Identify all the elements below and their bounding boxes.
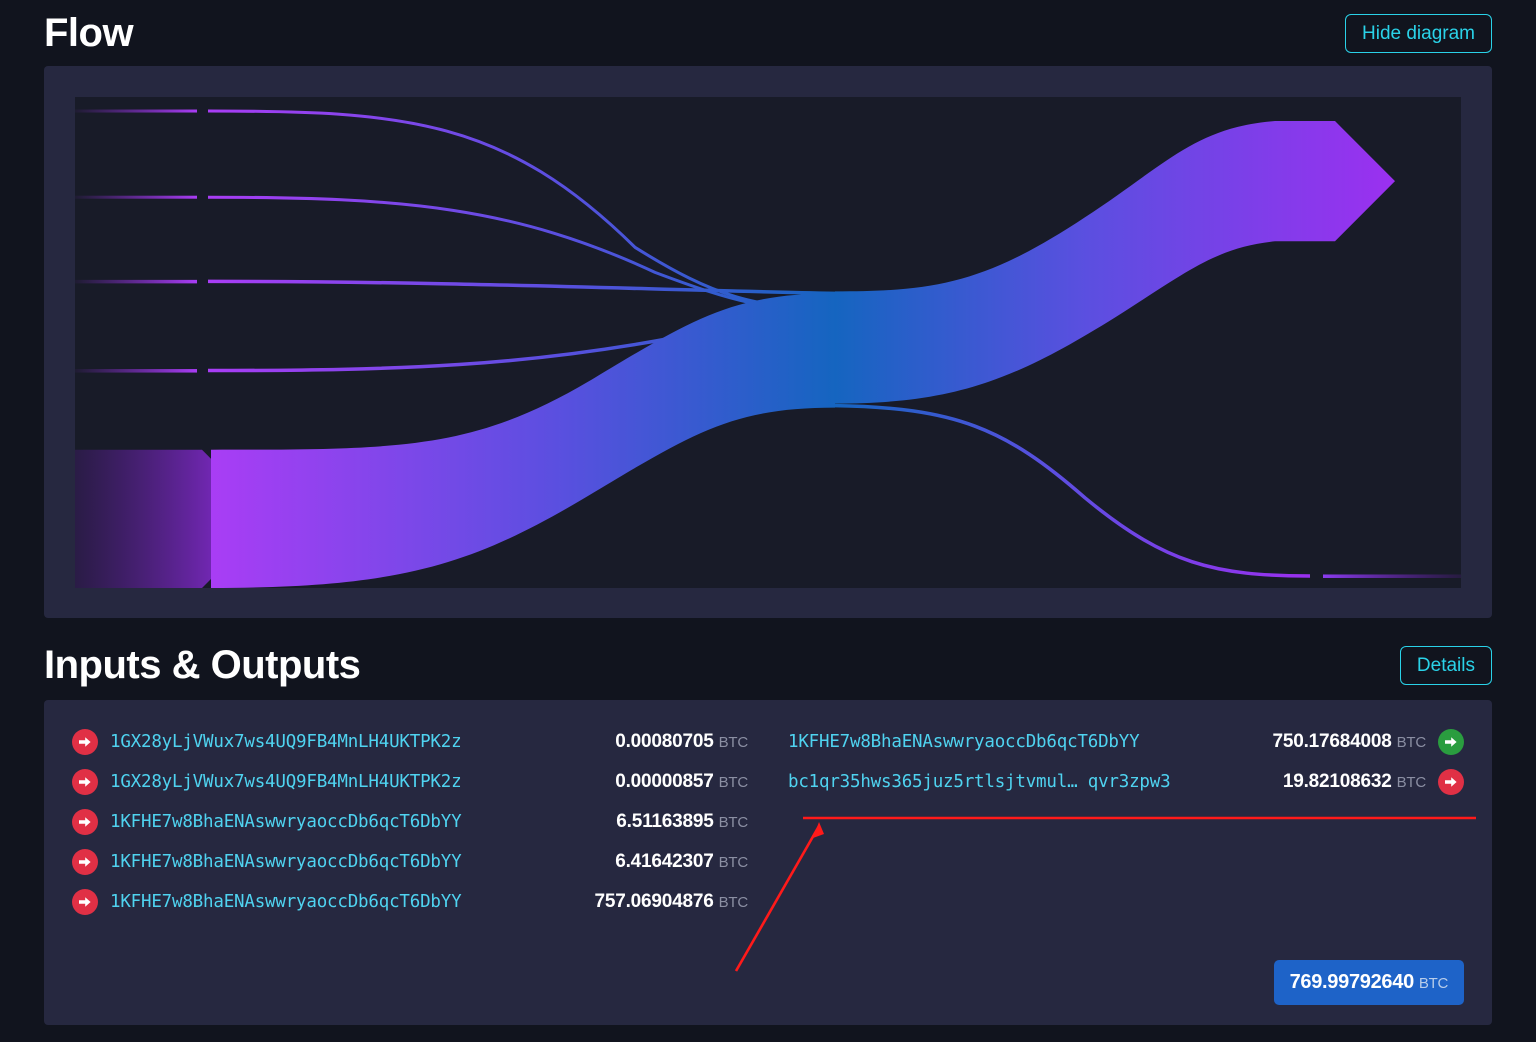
input-address-link[interactable]: 1GX28yLjVWux7ws4UQ9FB4MnLH4UKTPK2z — [110, 732, 462, 752]
total-amount-badge: 769.99792640 BTC — [1273, 960, 1464, 1005]
input-address-link[interactable]: 1KFHE7w8BhaENAswwryaoccDb6qcT6DbYY — [110, 852, 462, 872]
flow-section-header: Flow Hide diagram — [44, 0, 1492, 66]
arrow-right-red-icon — [72, 729, 98, 755]
btc-unit: BTC — [1418, 975, 1448, 992]
flow-diagram-card — [44, 66, 1492, 618]
arrow-right-red-icon — [72, 809, 98, 835]
btc-unit: BTC — [718, 854, 749, 871]
input-amount: 6.51163895 BTC — [616, 811, 749, 832]
input-amount: 6.41642307 BTC — [615, 851, 749, 872]
input-address-link[interactable]: 1GX28yLjVWux7ws4UQ9FB4MnLH4UKTPK2z — [110, 772, 462, 792]
total-amount: 769.99792640 — [1289, 971, 1415, 993]
hide-diagram-button[interactable]: Hide diagram — [1345, 13, 1492, 53]
output-row-highlighted[interactable]: bc1qr35hws365juz5rtlsjtvmul… qvr3zpw3 19… — [788, 762, 1464, 802]
input-row[interactable]: 1GX28yLjVWux7ws4UQ9FB4MnLH4UKTPK2z 0.000… — [72, 762, 748, 802]
transaction-flow-page: Flow Hide diagram Inputs & Outputs Detai… — [0, 0, 1536, 1042]
btc-unit: BTC — [718, 814, 749, 831]
arrow-right-red-icon — [72, 849, 98, 875]
input-link-1 — [207, 109, 836, 311]
output-address-link[interactable]: bc1qr35hws365juz5rtlsjtvmul… qvr3zpw3 — [788, 772, 1171, 792]
input-row[interactable]: 1KFHE7w8BhaENAswwryaoccDb6qcT6DbYY 6.416… — [72, 842, 748, 882]
input-band-5 — [211, 293, 835, 588]
output-row[interactable]: 1KFHE7w8BhaENAswwryaoccDb6qcT6DbYY 750.1… — [788, 722, 1464, 762]
input-stub-3 — [75, 279, 197, 284]
input-link-3 — [207, 279, 836, 296]
input-stub-2 — [75, 195, 197, 199]
sankey-svg — [75, 109, 1461, 588]
input-row[interactable]: 1KFHE7w8BhaENAswwryaoccDb6qcT6DbYY 6.511… — [72, 802, 748, 842]
outputs-column: 1KFHE7w8BhaENAswwryaoccDb6qcT6DbYY 750.1… — [788, 722, 1464, 922]
input-stub-1 — [75, 109, 197, 113]
output-stub-2 — [1323, 574, 1461, 578]
input-row[interactable]: 1KFHE7w8BhaENAswwryaoccDb6qcT6DbYY 757.0… — [72, 882, 748, 922]
details-button[interactable]: Details — [1399, 645, 1492, 685]
output-amount: 750.17684008 BTC — [1272, 731, 1427, 752]
output-address-link[interactable]: 1KFHE7w8BhaENAswwryaoccDb6qcT6DbYY — [788, 732, 1140, 752]
input-address-link[interactable]: 1KFHE7w8BhaENAswwryaoccDb6qcT6DbYY — [110, 812, 462, 832]
io-title: Inputs & Outputs — [44, 643, 361, 687]
input-stub-4 — [75, 369, 197, 373]
output-amount: 19.82108632 BTC — [1282, 771, 1427, 792]
input-link-2 — [207, 195, 836, 313]
btc-unit: BTC — [1396, 774, 1427, 791]
btc-unit: BTC — [718, 894, 749, 911]
inputs-outputs-card: 1GX28yLjVWux7ws4UQ9FB4MnLH4UKTPK2z 0.000… — [44, 700, 1492, 1025]
input-row[interactable]: 1GX28yLjVWux7ws4UQ9FB4MnLH4UKTPK2z 0.000… — [72, 722, 748, 762]
arrow-right-red-icon — [72, 769, 98, 795]
input-amount: 0.00080705 BTC — [615, 731, 749, 752]
inputs-column: 1GX28yLjVWux7ws4UQ9FB4MnLH4UKTPK2z 0.000… — [72, 722, 748, 922]
arrow-right-red-icon — [1438, 769, 1464, 795]
btc-unit: BTC — [718, 734, 749, 751]
io-section-header: Inputs & Outputs Details — [44, 632, 1492, 698]
input-amount: 0.00000857 BTC — [615, 771, 749, 792]
io-grid: 1GX28yLjVWux7ws4UQ9FB4MnLH4UKTPK2z 0.000… — [72, 722, 1464, 922]
page-title: Flow — [44, 11, 134, 55]
input-amount: 757.06904876 BTC — [594, 891, 749, 912]
output-link-2 — [834, 403, 1311, 578]
btc-unit: BTC — [1396, 734, 1427, 751]
arrow-right-green-icon — [1438, 729, 1464, 755]
sankey-diagram[interactable] — [75, 97, 1461, 588]
input-address-link[interactable]: 1KFHE7w8BhaENAswwryaoccDb6qcT6DbYY — [110, 892, 462, 912]
output-band-1 — [835, 121, 1395, 404]
btc-unit: BTC — [718, 774, 749, 791]
arrow-right-red-icon — [72, 889, 98, 915]
